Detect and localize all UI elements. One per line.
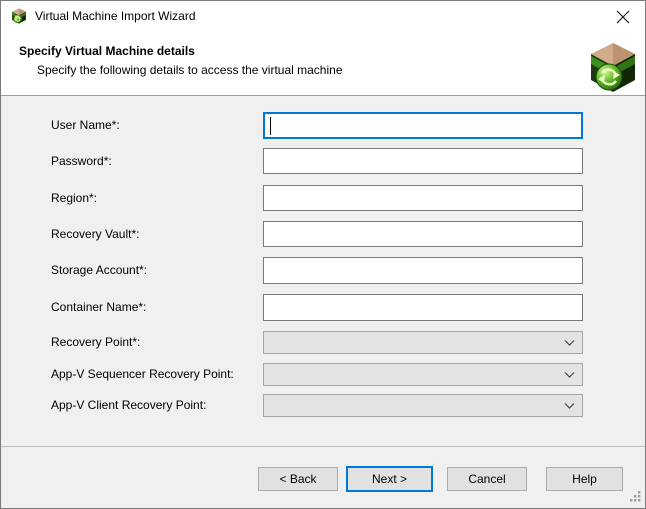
close-icon: [616, 10, 630, 24]
page-title: Specify Virtual Machine details: [19, 44, 195, 58]
recovery-vault-input[interactable]: [263, 221, 583, 247]
appv-client-recovery-point-label: App-V Client Recovery Point:: [51, 398, 206, 412]
appv-sequencer-recovery-point-label: App-V Sequencer Recovery Point:: [51, 367, 234, 381]
back-button[interactable]: < Back: [258, 467, 338, 491]
chevron-down-icon: [564, 339, 575, 346]
wizard-header: Specify Virtual Machine details Specify …: [1, 32, 645, 96]
window-title: Virtual Machine Import Wizard: [35, 9, 196, 23]
appv-client-recovery-point-dropdown[interactable]: [263, 394, 583, 417]
page-subtitle: Specify the following details to access …: [37, 63, 343, 77]
appv-sequencer-recovery-point-dropdown[interactable]: [263, 363, 583, 386]
resize-grip-icon[interactable]: [629, 490, 641, 502]
region-label: Region*:: [51, 191, 97, 205]
close-button[interactable]: [600, 1, 645, 32]
recovery-point-label: Recovery Point*:: [51, 335, 140, 349]
recovery-vault-label: Recovery Vault*:: [51, 227, 139, 241]
help-button[interactable]: Help: [546, 467, 623, 491]
vm-import-box-icon: [590, 42, 636, 93]
titlebar: Virtual Machine Import Wizard: [1, 1, 645, 32]
chevron-down-icon: [564, 371, 575, 378]
container-name-label: Container Name*:: [51, 300, 146, 314]
next-button[interactable]: Next >: [346, 466, 433, 492]
text-caret: [270, 117, 271, 135]
password-input[interactable]: [263, 148, 583, 174]
dialog-window: Virtual Machine Import Wizard Specify Vi…: [0, 0, 646, 509]
password-label: Password*:: [51, 154, 112, 168]
cancel-button[interactable]: Cancel: [447, 467, 527, 491]
container-name-input[interactable]: [263, 294, 583, 321]
recovery-point-dropdown[interactable]: [263, 331, 583, 354]
user-name-label: User Name*:: [51, 118, 120, 132]
footer-separator: [1, 446, 645, 447]
vm-import-box-icon: [11, 8, 27, 24]
chevron-down-icon: [564, 402, 575, 409]
storage-account-label: Storage Account*:: [51, 263, 147, 277]
user-name-input[interactable]: [263, 112, 583, 139]
region-input[interactable]: [263, 185, 583, 211]
storage-account-input[interactable]: [263, 257, 583, 284]
